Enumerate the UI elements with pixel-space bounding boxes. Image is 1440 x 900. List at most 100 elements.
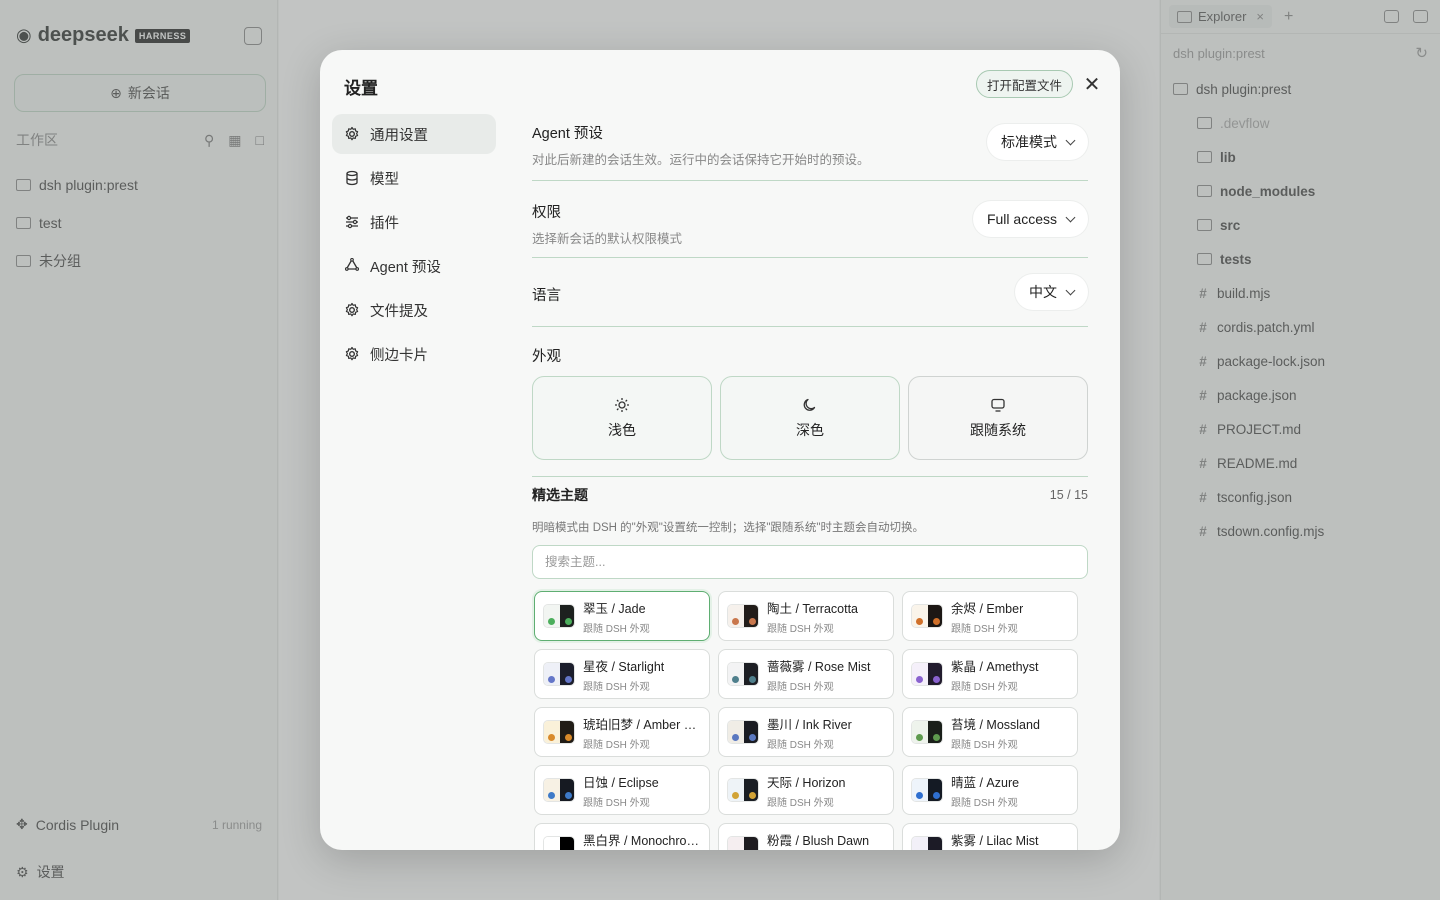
settings-modal: 设置 打开配置文件 ✕ 通用设置 模型 插件 Agent 预设 文件提及 侧边卡… <box>320 50 1120 850</box>
theme-card[interactable]: 天际 / Horizon 跟随 DSH 外观 <box>718 765 894 815</box>
theme-card[interactable]: 紫晶 / Amethyst 跟随 DSH 外观 <box>902 649 1078 699</box>
nav-item-side-cards[interactable]: 侧边卡片 <box>332 334 496 374</box>
theme-text: 苔境 / Mossland 跟随 DSH 外观 <box>951 714 1040 751</box>
agent-preset-row: Agent 预设 对此后新建的会话生效。运行中的会话保持它开始时的预设。 标准模… <box>532 114 1088 181</box>
theme-name: 墨川 / Ink River <box>767 717 852 732</box>
theme-swatch-icon <box>911 662 943 686</box>
theme-subtitle: 跟随 DSH 外观 <box>583 681 650 693</box>
theme-text: 陶土 / Terracotta 跟随 DSH 外观 <box>767 598 858 635</box>
theme-text: 晴蓝 / Azure 跟随 DSH 外观 <box>951 772 1019 809</box>
settings-content: Agent 预设 对此后新建的会话生效。运行中的会话保持它开始时的预设。 标准模… <box>532 114 1088 850</box>
appearance-light-button[interactable]: 浅色 <box>532 376 712 460</box>
theme-text: 紫雾 / Lilac Mist跟随 DSH 外观 <box>951 830 1039 851</box>
theme-name: 紫雾 / Lilac Mist <box>951 833 1039 848</box>
theme-name: 余烬 / Ember <box>951 601 1024 616</box>
theme-name: 琥珀旧梦 / Amber Reverie <box>583 717 703 732</box>
theme-name: 黑白界 / Monochrome <box>583 833 703 848</box>
theme-swatch-icon <box>727 720 759 744</box>
theme-name: 蔷薇雾 / Rose Mist <box>767 659 871 674</box>
permission-select[interactable]: Full access <box>972 201 1088 237</box>
chevron-down-icon <box>1065 135 1076 145</box>
theme-subtitle: 跟随 DSH 外观 <box>951 681 1018 693</box>
theme-card[interactable]: 翠玉 / Jade 跟随 DSH 外观 <box>534 591 710 641</box>
language-select[interactable]: 中文 <box>1015 274 1088 310</box>
nav-item-label: 模型 <box>370 171 399 188</box>
theme-swatch-icon <box>727 662 759 686</box>
theme-text: 黑白界 / Monochrome跟随 DSH 外观 <box>583 830 703 851</box>
theme-subtitle: 跟随 DSH 外观 <box>951 739 1018 751</box>
theme-name: 日蚀 / Eclipse <box>583 775 659 790</box>
theme-subtitle: 跟随 DSH 外观 <box>767 797 834 809</box>
theme-search-input[interactable] <box>532 545 1088 579</box>
appearance-system-button[interactable]: 跟随系统 <box>908 376 1088 460</box>
theme-card[interactable]: 墨川 / Ink River 跟随 DSH 外观 <box>718 707 894 757</box>
theme-swatch-icon <box>727 836 759 850</box>
theme-subtitle: 跟随 DSH 外观 <box>583 797 650 809</box>
theme-card[interactable]: 粉霞 / Blush Dawn跟随 DSH 外观 <box>718 823 894 850</box>
moon-icon <box>802 397 818 416</box>
theme-name: 紫晶 / Amethyst <box>951 659 1039 674</box>
theme-grid: 翠玉 / Jade 跟随 DSH 外观 陶土 / Terracotta 跟随 DSH … <box>534 591 1088 850</box>
nav-item-agent-preset[interactable]: Agent 预设 <box>332 246 496 286</box>
theme-card[interactable]: 星夜 / Starlight 跟随 DSH 外观 <box>534 649 710 699</box>
appearance-title: 外观 <box>532 349 561 365</box>
theme-swatch-icon <box>543 604 575 628</box>
theme-swatch-icon <box>727 778 759 802</box>
theme-card[interactable]: 余烬 / Ember 跟随 DSH 外观 <box>902 591 1078 641</box>
theme-card[interactable]: 黑白界 / Monochrome跟随 DSH 外观 <box>534 823 710 850</box>
theme-text: 粉霞 / Blush Dawn跟随 DSH 外观 <box>767 830 869 851</box>
sliders-icon <box>344 214 360 230</box>
appearance-dark-button[interactable]: 深色 <box>720 376 900 460</box>
theme-swatch-icon <box>543 720 575 744</box>
language-row: 语言 中文 <box>532 258 1088 327</box>
theme-card[interactable]: 紫雾 / Lilac Mist跟随 DSH 外观 <box>902 823 1078 850</box>
appearance-system-label: 跟随系统 <box>970 421 1026 438</box>
agent-icon <box>344 258 360 274</box>
theme-card[interactable]: 陶土 / Terracotta 跟随 DSH 外观 <box>718 591 894 641</box>
theme-name: 苔境 / Mossland <box>951 717 1040 732</box>
theme-text: 余烬 / Ember 跟随 DSH 外观 <box>951 598 1023 635</box>
sun-icon <box>614 397 630 416</box>
nav-item-models[interactable]: 模型 <box>332 158 496 198</box>
theme-subtitle: 跟随 DSH 外观 <box>767 681 834 693</box>
agent-preset-select[interactable]: 标准模式 <box>987 124 1088 160</box>
monitor-icon <box>990 397 1006 416</box>
nav-item-label: 插件 <box>370 215 399 232</box>
permission-value: Full access <box>986 211 1057 227</box>
permission-row: 权限 选择新会话的默认权限模式 Full access <box>532 181 1088 258</box>
agent-preset-value: 标准模式 <box>1001 134 1057 150</box>
theme-subtitle: 跟随 DSH 外观 <box>767 739 834 751</box>
theme-swatch-icon <box>727 604 759 628</box>
theme-name: 天际 / Horizon <box>767 775 846 790</box>
open-config-button[interactable]: 打开配置文件 <box>976 70 1074 98</box>
theme-card[interactable]: 苔境 / Mossland 跟随 DSH 外观 <box>902 707 1078 757</box>
theme-subtitle: 跟随 DSH 外观 <box>583 623 650 635</box>
nav-item-general[interactable]: 通用设置 <box>332 114 496 154</box>
theme-subtitle: 跟随 DSH 外观 <box>951 797 1018 809</box>
themes-header: 精选主题 15 / 15 <box>532 485 1088 505</box>
theme-card[interactable]: 晴蓝 / Azure 跟随 DSH 外观 <box>902 765 1078 815</box>
theme-swatch-icon <box>911 836 943 850</box>
language-title: 语言 <box>532 288 561 304</box>
nav-item-label: Agent 预设 <box>370 259 441 276</box>
theme-swatch-icon <box>543 836 575 850</box>
theme-card[interactable]: 日蚀 / Eclipse 跟随 DSH 外观 <box>534 765 710 815</box>
theme-swatch-icon <box>911 720 943 744</box>
nav-item-plugins[interactable]: 插件 <box>332 202 496 242</box>
theme-text: 翠玉 / Jade 跟随 DSH 外观 <box>583 598 650 635</box>
theme-card[interactable]: 蔷薇雾 / Rose Mist 跟随 DSH 外观 <box>718 649 894 699</box>
theme-text: 星夜 / Starlight 跟随 DSH 外观 <box>583 656 664 693</box>
nav-item-file-mentions[interactable]: 文件提及 <box>332 290 496 330</box>
theme-swatch-icon <box>543 778 575 802</box>
close-icon[interactable]: ✕ <box>1080 72 1104 96</box>
settings-nav: 通用设置 模型 插件 Agent 预设 文件提及 侧边卡片 <box>332 114 496 378</box>
theme-subtitle: 跟随 DSH 外观 <box>583 739 650 751</box>
theme-subtitle: 跟随 DSH 外观 <box>767 623 834 635</box>
appearance-options: 浅色 深色 跟随系统 <box>532 376 1088 477</box>
theme-text: 墨川 / Ink River 跟随 DSH 外观 <box>767 714 852 751</box>
theme-name: 星夜 / Starlight <box>583 659 665 674</box>
theme-card[interactable]: 琥珀旧梦 / Amber Reverie 跟随 DSH 外观 <box>534 707 710 757</box>
chevron-down-icon <box>1065 285 1076 295</box>
appearance-light-label: 浅色 <box>608 421 636 438</box>
theme-swatch-icon <box>543 662 575 686</box>
